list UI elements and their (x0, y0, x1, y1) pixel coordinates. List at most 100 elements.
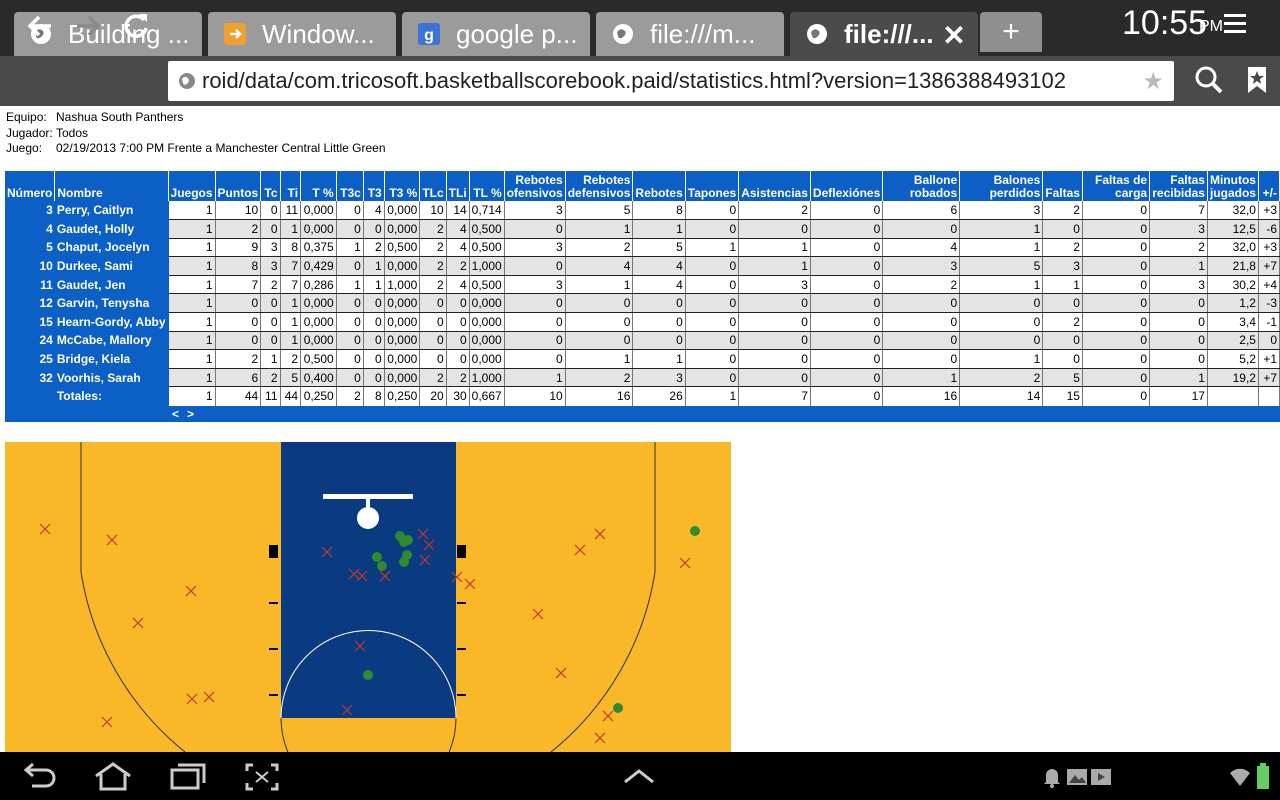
column-header[interactable]: T % (300, 171, 337, 201)
stat-cell: 0 (1082, 238, 1151, 258)
stat-cell: 0 (810, 312, 884, 332)
screenshot-icon[interactable] (244, 762, 280, 792)
column-header[interactable]: Rebotes defensivos (565, 171, 634, 201)
column-header[interactable]: Rebotes ofensivos (504, 171, 566, 201)
column-header[interactable]: Asistencias (738, 171, 811, 201)
stat-cell: 0 (1042, 219, 1083, 239)
stat-cell: 1 (363, 256, 385, 276)
recent-apps-icon[interactable] (168, 762, 208, 792)
svg-text:g: g (424, 27, 434, 44)
stat-cell: 0 (363, 331, 385, 351)
reload-button[interactable] (116, 6, 156, 46)
column-header[interactable]: Tc (260, 171, 281, 201)
column-header[interactable]: TLc (419, 171, 447, 201)
table-row[interactable]: 4 Gaudet, Holly 1 2 0 1 0,000 0 0 0,000 2 4 0,500 0 1 1… (5, 219, 1280, 239)
table-row[interactable]: 11 Gaudet, Jen 1 7 2 7 0,286 1 1 1,000 2 4 0,500 3 1 4 0… (5, 275, 1280, 295)
stat-cell: 0 (882, 312, 961, 332)
expand-up-icon[interactable] (622, 766, 656, 786)
statistics-table: Número Nombre Juegos Puntos Tc Ti T % T3c T3 T3 %… (5, 171, 1280, 422)
table-row[interactable]: 3 Perry, Caitlyn 1 10 0 11 0,000 0 4 0,000 10 14 0,7… (5, 201, 1280, 221)
stat-cell: 0 (1082, 312, 1151, 332)
tab-3[interactable]: g google p... (402, 12, 590, 56)
table-row[interactable]: 5 Chaput, Jocelyn 1 9 3 8 0,375 1 2 0,500 2 4 0,500 3… (5, 238, 1280, 258)
address-bar[interactable]: roid/data/com.tricosoft.basketballscoreb… (168, 61, 1174, 101)
column-header[interactable]: Faltas de carga (1082, 171, 1151, 201)
bookmarks-icon[interactable] (1240, 63, 1274, 97)
stat-cell: 0 (882, 331, 961, 351)
stat-cell: 0 (810, 293, 884, 314)
total-cell: 10 (504, 386, 566, 406)
stat-cell: 0 (363, 349, 385, 369)
column-header[interactable]: Ti (280, 171, 302, 201)
forward-button[interactable] (68, 6, 108, 46)
stat-cell: 1 (280, 219, 302, 239)
stat-cell: 0 (336, 201, 364, 221)
tab-2[interactable]: Window... (208, 12, 396, 56)
column-header[interactable]: Deflexiónes (810, 171, 884, 201)
stat-cell: 0 (738, 293, 811, 314)
stat-cell: 2 (446, 256, 470, 276)
column-header[interactable]: T3 (363, 171, 385, 201)
stat-cell: 0 (504, 331, 566, 351)
column-header[interactable]: Minutos jugados (1207, 171, 1259, 201)
back-button[interactable] (20, 6, 60, 46)
media-play-icon (1091, 769, 1111, 785)
player-number: 12 (5, 293, 55, 313)
column-header[interactable]: Faltas (1042, 171, 1083, 201)
stat-cell: 2 (363, 238, 385, 258)
column-header[interactable]: TLi (446, 171, 470, 201)
column-header[interactable]: Balones perdidos (959, 171, 1044, 201)
system-back-icon[interactable] (20, 762, 60, 792)
column-header[interactable]: +/- (1258, 171, 1280, 201)
column-header[interactable]: Faltas recibidas (1149, 171, 1208, 201)
table-row[interactable]: 24 McCabe, Mallory 1 0 0 1 0,000 0 0 0,000 0 0 0,000… (5, 331, 1280, 351)
stat-cell: 0 (565, 293, 634, 314)
stat-cell: 0 (959, 312, 1044, 332)
stat-cell: -1 (1258, 312, 1280, 332)
table-row[interactable]: 10 Durkee, Sami 1 8 3 7 0,429 0 1 0,000 2 2 1,000 0 4 4… (5, 256, 1280, 276)
column-header[interactable]: Puntos (215, 171, 262, 201)
stat-cell: 0 (504, 293, 566, 314)
bookmark-star-icon[interactable]: ★ (1142, 67, 1164, 96)
column-header[interactable]: Ballone robados (882, 171, 961, 201)
close-tab-icon[interactable]: ✕ (940, 19, 968, 52)
tab-4[interactable]: file:///m... (596, 12, 784, 56)
stat-cell: 2 (1149, 238, 1208, 258)
home-icon[interactable] (92, 762, 134, 792)
column-header[interactable]: T3c (336, 171, 364, 201)
column-header[interactable]: Juegos (168, 171, 216, 201)
column-header[interactable]: Rebotes (632, 171, 686, 201)
stat-cell: 0 (1082, 201, 1151, 221)
stat-cell: 0 (565, 312, 634, 332)
stat-cell: 0,429 (300, 256, 337, 276)
stat-cell: 0 (1149, 312, 1208, 332)
table-row[interactable]: 15 Hearn-Gordy, Abby 1 0 0 1 0,000 0 0 0,000 0 0 0,0… (5, 312, 1280, 332)
column-header[interactable]: Número (5, 171, 56, 201)
column-header[interactable]: Nombre (54, 171, 169, 201)
stat-cell: 0,000 (384, 312, 421, 332)
stat-cell: 0 (446, 312, 470, 332)
stat-cell: 0 (446, 331, 470, 351)
url-text[interactable]: roid/data/com.tricosoft.basketballscoreb… (202, 68, 1132, 94)
google-icon: g (418, 23, 440, 45)
column-header[interactable]: T3 % (384, 171, 421, 201)
search-icon[interactable] (1192, 63, 1226, 97)
column-header[interactable]: TL % (469, 171, 505, 201)
next-page-button[interactable]: > (187, 407, 194, 421)
table-row[interactable]: 12 Garvin, Tenysha 1 0 0 1 0,000 0 0 0,000 0 0 0,000… (5, 293, 1280, 314)
table-row[interactable]: 25 Bridge, Kiela 1 2 1 2 0,500 0 0 0,000 0 0 0,000 0 1… (5, 349, 1280, 369)
stat-cell: 0 (1149, 349, 1208, 369)
table-row[interactable]: 32 Voorhis, Sarah 1 6 2 5 0,400 0 0 0,000 2 2 1,000 1… (5, 368, 1280, 388)
menu-icon[interactable] (1224, 14, 1254, 44)
tab-5[interactable]: file:///... ✕ (790, 12, 978, 56)
stat-cell: 1 (260, 349, 281, 369)
new-tab-button[interactable]: + (980, 12, 1042, 52)
total-cell: 26 (632, 386, 686, 406)
stat-cell: 0 (685, 275, 740, 295)
stat-cell: -3 (1258, 293, 1280, 314)
stat-cell: 0 (446, 349, 470, 369)
prev-page-button[interactable]: < (172, 407, 179, 421)
stat-cell: 0,286 (300, 275, 337, 295)
tab-label: Window... (262, 18, 375, 49)
column-header[interactable]: Tapones (685, 171, 740, 201)
